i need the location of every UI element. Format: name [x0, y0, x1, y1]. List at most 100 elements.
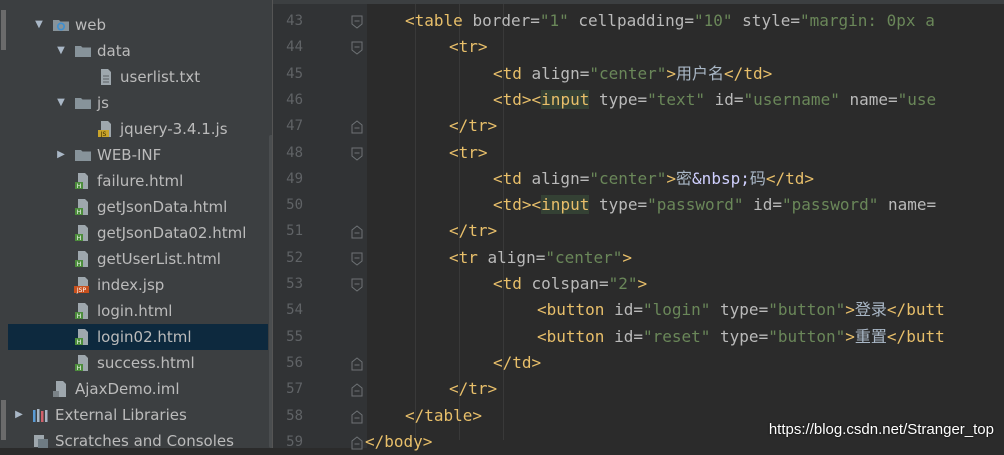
svg-text:H: H — [77, 183, 82, 190]
code-token: "2" — [608, 274, 638, 293]
tree-item-label: success.html — [97, 354, 195, 372]
code-token: align= — [487, 247, 546, 267]
code-line[interactable]: <table border="1" cellpadding="10" style… — [405, 8, 935, 34]
code-token: id= — [714, 89, 744, 109]
fold-end-icon[interactable] — [351, 356, 363, 371]
tool-window-tab[interactable] — [1, 400, 6, 440]
code-line[interactable]: <td align="center">用户名</td> — [493, 61, 772, 87]
tree-item[interactable]: HgetJsonData.html — [8, 194, 268, 220]
tree-item[interactable]: Scratches and Consoles — [8, 428, 268, 448]
html-file-icon: H — [74, 198, 92, 216]
code-line[interactable]: <td align="center">密&nbsp;码</td> — [493, 166, 814, 192]
line-number: 52 — [286, 249, 303, 266]
code-line[interactable]: <tr align="center"> — [449, 245, 632, 271]
code-line[interactable]: <td><input type="password" id="password"… — [493, 192, 936, 218]
tree-item[interactable]: ▼ data — [8, 38, 268, 64]
code-token: </tr> — [449, 379, 498, 399]
fold-end-icon[interactable] — [351, 119, 363, 134]
code-token: 用户名 — [676, 63, 725, 83]
code-line[interactable]: <button id="login" type="button">登录</but… — [537, 297, 945, 323]
code-token: <td — [493, 274, 532, 293]
code-token: "password" — [647, 195, 754, 215]
line-number: 55 — [286, 328, 303, 345]
collapse-arrow-icon[interactable]: ▶ — [14, 402, 24, 428]
fold-end-icon[interactable] — [351, 435, 363, 450]
tree-item-label: userlist.txt — [120, 68, 201, 86]
code-line[interactable]: </body> — [365, 429, 432, 455]
code-token: "10" — [694, 11, 743, 30]
collapse-arrow-icon[interactable]: ▶ — [56, 142, 66, 168]
code-token: <button — [537, 326, 615, 346]
code-line[interactable]: <button id="reset" type="button">重置</but… — [537, 324, 945, 350]
code-token: "1" — [539, 11, 579, 30]
code-token: "center" — [589, 168, 667, 188]
code-line[interactable]: </td> — [493, 350, 541, 376]
line-number: 45 — [286, 65, 303, 82]
code-token: > — [666, 168, 677, 188]
fold-start-icon[interactable] — [351, 251, 363, 266]
code-token: <button — [537, 300, 615, 320]
tree-item-label: failure.html — [97, 172, 184, 190]
fold-end-icon[interactable] — [351, 224, 363, 239]
line-number: 48 — [286, 144, 303, 161]
tree-item[interactable]: Hlogin.html — [8, 298, 268, 324]
fold-end-icon[interactable] — [351, 382, 363, 397]
code-token: name= — [849, 89, 898, 109]
folder-icon — [74, 146, 92, 164]
tree-item[interactable]: ▼ web — [8, 12, 268, 38]
tree-item[interactable]: HgetJsonData02.html — [8, 220, 268, 246]
code-token: colspan= — [531, 274, 609, 293]
tree-item[interactable]: ▶ WEB-INF — [8, 142, 268, 168]
html-file-icon: H — [74, 224, 92, 242]
tree-item[interactable]: ▼ js — [8, 90, 268, 116]
tree-item[interactable]: Hlogin02.html — [8, 324, 268, 350]
tree-item-label: getJsonData02.html — [97, 224, 247, 242]
tree-item-label: web — [75, 16, 107, 34]
tree-item[interactable]: userlist.txt — [8, 64, 268, 90]
expand-arrow-icon[interactable]: ▼ — [34, 12, 44, 38]
code-editor[interactable]: <table border="1" cellpadding="10" style… — [365, 0, 1004, 451]
tree-item[interactable]: Hfailure.html — [8, 168, 268, 194]
fold-start-icon[interactable] — [351, 146, 363, 161]
fold-start-icon[interactable] — [351, 14, 363, 29]
tree-item[interactable]: JS jquery-3.4.1.js — [8, 116, 268, 142]
tree-item[interactable]: Hsuccess.html — [8, 350, 268, 376]
fold-start-icon[interactable] — [351, 277, 363, 292]
tree-item[interactable]: JSP index.jsp — [8, 272, 268, 298]
code-token: cellpadding= — [578, 11, 694, 30]
code-token: border= — [472, 11, 540, 30]
tree-item[interactable]: AjaxDemo.iml — [8, 376, 268, 402]
expand-arrow-icon[interactable]: ▼ — [56, 38, 66, 64]
code-line[interactable]: </tr> — [449, 218, 497, 244]
tool-window-tab[interactable] — [1, 10, 6, 50]
code-token: <tr> — [449, 37, 488, 57]
code-token: > — [622, 247, 633, 267]
code-line[interactable]: </tr> — [449, 113, 497, 139]
tree-item[interactable]: HgetUserList.html — [8, 246, 268, 272]
code-line[interactable]: <td colspan="2"> — [493, 271, 647, 297]
text-file-icon — [97, 68, 115, 86]
code-token: input — [541, 89, 590, 109]
code-line[interactable]: <tr> — [449, 140, 488, 166]
code-token: "reset" — [642, 326, 721, 346]
fold-start-icon[interactable] — [351, 40, 363, 55]
svg-text:JSP: JSP — [76, 287, 87, 294]
code-line[interactable]: </tr> — [449, 376, 497, 402]
code-token: type= — [720, 326, 769, 346]
code-line[interactable]: <td><input type="text" id="username" nam… — [493, 87, 936, 113]
code-line[interactable]: <tr> — [449, 34, 488, 60]
code-line[interactable]: </table> — [405, 403, 482, 429]
code-token: 密 — [676, 168, 693, 188]
line-number: 59 — [286, 433, 303, 450]
code-token: &nbsp; — [692, 168, 750, 188]
tree-item-label: Scratches and Consoles — [55, 432, 234, 448]
tree-item[interactable]: ▶ External Libraries — [8, 402, 268, 428]
code-token: <td>< — [493, 195, 542, 215]
svg-text:H: H — [77, 235, 82, 242]
code-token: <td>< — [493, 89, 542, 109]
code-token: align= — [531, 63, 590, 83]
fold-end-icon[interactable] — [351, 409, 363, 423]
svg-text:H: H — [77, 261, 82, 268]
expand-arrow-icon[interactable]: ▼ — [56, 90, 66, 116]
line-number: 43 — [286, 13, 303, 29]
